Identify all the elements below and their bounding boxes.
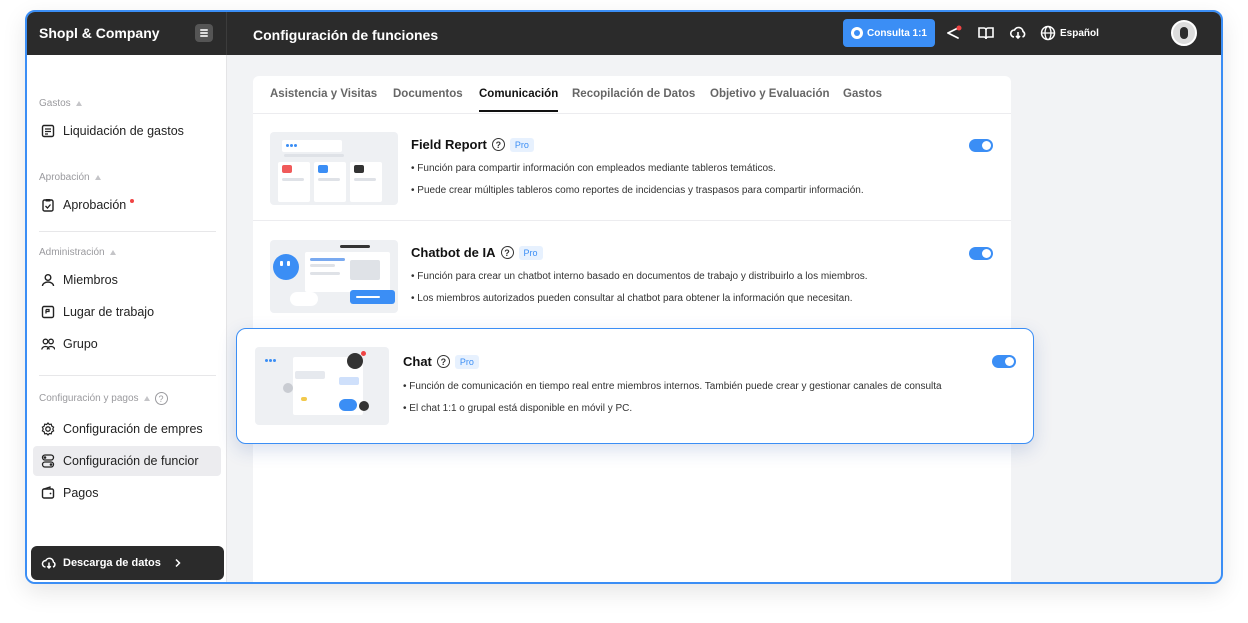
feature-description-line: • Puede crear múltiples tableros como re… [411,185,864,196]
field-report-thumbnail [270,132,398,205]
sidebar-item-miembros[interactable]: Miembros [33,265,221,295]
chevron-right-icon [175,558,181,568]
top-bar: Shopl & Company Configuración de funcion… [27,12,1221,55]
feature-description-line: • El chat 1:1 o grupal está disponible e… [403,403,633,414]
language-label: Español [1060,27,1099,39]
tab-recopilacion[interactable]: Recopilación de Datos [572,88,695,100]
feature-description-line: • Función para crear un chatbot interno … [411,271,868,282]
tab-objetivo[interactable]: Objetivo y Evaluación [710,88,830,100]
collapse-icon [75,101,82,106]
cloud-download-icon [41,557,56,570]
tab-bar: Asistencia y Visitas Documentos Comunica… [253,76,1011,114]
feature-description-line: • Función de comunicación en tiempo real… [403,381,942,392]
help-icon[interactable]: ? [436,355,450,368]
brand-area: Shopl & Company [27,12,227,55]
collapse-icon [109,250,116,255]
sidebar-item-label: Pagos [63,486,99,500]
sidebar-section-aprobacion[interactable]: Aprobación [39,172,101,183]
help-icon[interactable]: ? [491,138,505,151]
download-label: Descarga de datos [63,557,161,569]
divider [39,375,216,376]
help-icon[interactable]: ? [500,246,514,259]
user-icon [41,274,55,287]
chatbot-thumbnail [270,240,398,313]
pro-badge: Pro [518,245,543,260]
announcement-icon[interactable] [945,24,965,44]
clipboard-check-icon [42,199,54,212]
globe-icon [1040,25,1056,41]
chat-thumbnail [255,347,389,425]
sidebar-item-liquidacion[interactable]: Liquidación de gastos [33,116,221,146]
gear-icon [41,422,55,436]
feature-title: Chat ? Pro [403,354,479,369]
sidebar-section-gastos[interactable]: Gastos [39,98,82,109]
feature-row-field-report: Field Report ? Pro • Función para compar… [253,114,1011,221]
collapse-icon [94,175,101,180]
pro-badge: Pro [509,137,534,152]
language-selector[interactable]: Español [1040,25,1099,41]
book-icon[interactable] [977,24,997,44]
consult-label: Consulta 1:1 [866,27,927,39]
sidebar-toggle-button[interactable] [195,24,213,42]
sidebar: Gastos Liquidación de gastos Aprobación … [27,55,227,582]
field-report-toggle[interactable] [969,139,993,152]
divider [39,231,216,232]
user-avatar[interactable] [1171,20,1197,46]
consult-button[interactable]: Consulta 1:1 [843,19,935,47]
tab-documentos[interactable]: Documentos [393,88,463,100]
tab-comunicacion[interactable]: Comunicación [479,88,559,112]
feature-title: Field Report ? Pro [411,137,534,152]
sidebar-item-pagos[interactable]: Pagos [33,478,221,508]
feature-description-line: • Los miembros autorizados pueden consul… [411,293,853,304]
collapse-icon [143,396,150,401]
chatbot-toggle[interactable] [969,247,993,260]
sidebar-item-lugar-de-trabajo[interactable]: Lugar de trabajo [33,297,221,327]
feature-row-chat: Chat ? Pro • Función de comunicación en … [236,328,1034,444]
support-icon [850,27,863,39]
sidebar-item-label: Aprobación [63,198,127,212]
download-data-button[interactable]: Descarga de datos [31,546,224,580]
sidebar-item-configuracion-funciones[interactable]: Configuración de funcior [33,446,221,476]
sidebar-item-grupo[interactable]: Grupo [33,329,221,359]
sidebar-item-aprobacion[interactable]: Aprobación [33,190,221,220]
receipt-icon [41,124,55,138]
page-title: Configuración de funciones [253,27,439,43]
tab-gastos[interactable]: Gastos [843,88,882,100]
users-icon [41,338,55,350]
help-icon[interactable]: ? [154,392,168,405]
sidebar-section-configuracion[interactable]: Configuración y pagos ? [39,392,168,405]
sidebar-section-administracion[interactable]: Administración [39,247,116,258]
sidebar-item-label: Liquidación de gastos [63,124,184,138]
sidebar-item-label: Grupo [63,337,98,351]
feature-description-line: • Función para compartir información con… [411,163,776,174]
sidebar-item-label: Lugar de trabajo [63,305,155,319]
sidebar-item-label: Miembros [63,273,118,287]
feature-title: Chatbot de IA ? Pro [411,245,543,260]
wallet-icon [41,486,55,499]
toggles-icon [41,454,55,468]
building-icon [41,305,55,319]
sidebar-item-label: Configuración de empres [63,422,203,436]
feature-row-chatbot: Chatbot de IA ? Pro • Función para crear… [253,222,1011,329]
sidebar-item-configuracion-empresa[interactable]: Configuración de empres [33,414,221,444]
cloud-download-icon[interactable] [1009,24,1029,44]
sidebar-item-label: Configuración de funcior [63,454,199,468]
chat-toggle[interactable] [992,355,1016,368]
tab-asistencia[interactable]: Asistencia y Visitas [270,88,377,100]
app-window: Shopl & Company Configuración de funcion… [25,10,1223,584]
notification-dot [130,199,135,203]
pro-badge: Pro [454,354,479,369]
company-name: Shopl & Company [39,25,160,41]
